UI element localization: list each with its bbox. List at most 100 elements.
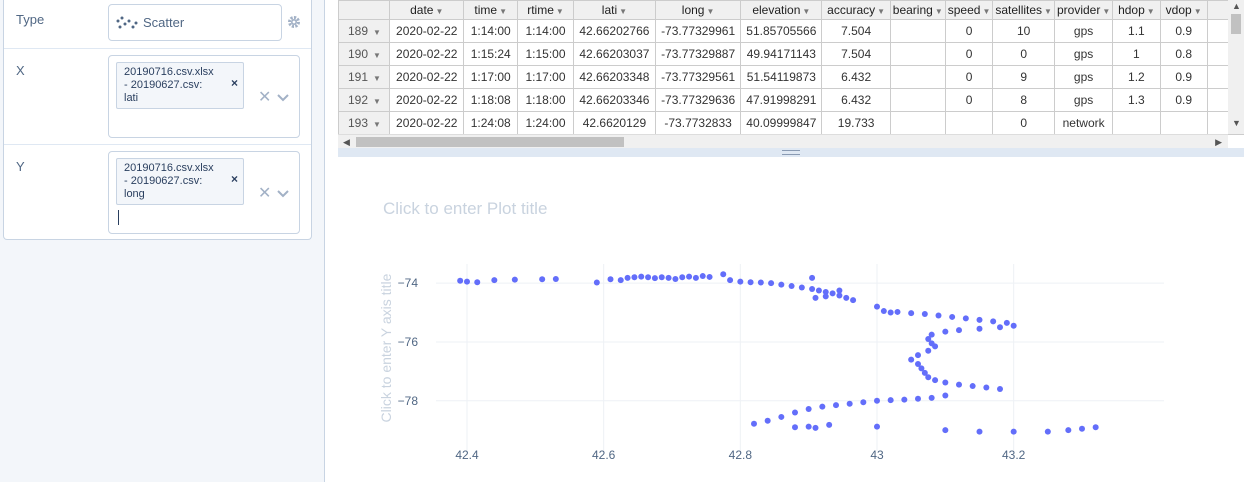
table-cell[interactable]: 1:24:00 [517,111,574,135]
scroll-left-icon[interactable]: ◀ [343,137,350,148]
scatter-point[interactable] [751,420,757,427]
chevron-down-icon[interactable] [277,94,289,102]
table-row[interactable]: 193 ▼ 2020-02-22 1:24:08 1:24:00 42.6620129 -7… [338,111,1244,135]
table-cell[interactable]: 1:18:00 [517,88,574,112]
remove-chip-icon[interactable]: × [231,77,238,90]
scatter-point[interactable] [686,273,693,280]
table-cell[interactable]: -73.77329961 [654,19,742,43]
scatter-point[interactable] [798,284,805,291]
scatter-point[interactable] [997,386,1003,392]
scatter-point[interactable] [747,279,754,286]
table-cell[interactable]: 0 [944,19,994,43]
scatter-point[interactable] [850,297,857,304]
sort-icon[interactable]: ▼ [556,7,564,16]
remove-chip-icon[interactable]: × [231,173,238,186]
column-header[interactable]: rtime ▼ [517,0,574,20]
table-cell[interactable]: 7.504 [821,42,891,66]
column-header[interactable]: time ▼ [463,0,519,20]
column-header[interactable]: speed ▼ [944,0,994,20]
scatter-point[interactable] [829,290,836,297]
scatter-point[interactable] [812,294,819,301]
scatter-point[interactable] [593,279,600,286]
scatter-point[interactable] [658,274,665,281]
scatter-point[interactable] [928,394,935,401]
data-grid[interactable]: date ▼ time ▼ rtime ▼ lati ▼ long ▼ elevation ▼ accu… [338,0,1244,150]
row-menu-icon[interactable]: ▼ [373,120,381,129]
scatter-point[interactable] [976,325,983,332]
scatter-point[interactable] [956,381,962,388]
sort-icon[interactable]: ▼ [706,7,714,16]
scatter-point[interactable] [778,413,785,420]
scatter-point[interactable] [983,384,990,391]
vertical-scrollbar[interactable]: ▲ ▼ [1228,0,1244,134]
scatter-point[interactable] [1079,425,1085,432]
table-cell[interactable]: 42.66202766 [572,19,656,43]
table-cell[interactable]: 49.94171143 [740,42,823,66]
plot-title-placeholder[interactable]: Click to enter Plot title [383,199,547,219]
table-cell[interactable]: -73.7732833 [654,111,742,135]
table-cell[interactable]: gps [1053,65,1114,89]
scatter-markers[interactable] [457,271,1099,435]
panel-resize-handle[interactable] [338,148,1244,157]
scatter-point[interactable] [638,273,645,280]
x-data-select[interactable]: 20190716.csv.xlsx - 20190627.csv: lati ×… [108,55,300,138]
scroll-up-icon[interactable]: ▲ [1232,1,1241,11]
table-cell[interactable]: -73.77329636 [654,88,742,112]
scatter-point[interactable] [764,417,771,424]
table-cell[interactable]: 6.432 [821,65,891,89]
scatter-point[interactable] [1065,427,1072,434]
sort-icon[interactable]: ▼ [619,7,627,16]
scatter-point[interactable] [874,423,880,430]
scatter-point[interactable] [874,397,880,404]
scatter-point[interactable] [805,406,812,412]
scatter-point[interactable] [464,278,470,285]
chevron-down-icon[interactable] [277,190,289,198]
scatter-point[interactable] [778,281,785,288]
scatter-point[interactable] [491,277,498,284]
table-row[interactable]: 189 ▼ 2020-02-22 1:14:00 1:14:00 42.66202766-… [338,19,1244,43]
sort-icon[interactable]: ▼ [935,7,943,16]
scatter-point[interactable] [846,400,853,407]
scatter-point[interactable] [699,273,706,280]
scatter-point[interactable] [792,424,798,431]
table-cell[interactable]: 0 [944,88,994,112]
row-header[interactable]: 191 ▼ [338,65,391,89]
table-cell[interactable]: gps [1053,88,1114,112]
corner-cell[interactable] [338,0,391,20]
scatter-point[interactable] [805,423,812,430]
table-cell[interactable]: 1:17:00 [463,65,519,89]
scatter-point[interactable] [976,316,983,323]
table-cell[interactable]: 0.8 [1159,42,1208,66]
scatter-point[interactable] [843,294,850,301]
sort-icon[interactable]: ▼ [877,7,885,16]
scroll-thumb[interactable] [356,137,624,147]
column-header[interactable]: provider ▼ [1053,0,1114,20]
table-cell[interactable]: 0 [944,65,994,89]
scroll-thumb[interactable] [1231,14,1241,34]
gear-icon[interactable] [287,15,301,29]
table-cell[interactable] [889,19,946,43]
scatter-point[interactable] [969,383,976,390]
table-cell[interactable] [1159,111,1208,135]
sort-icon[interactable]: ▼ [1194,7,1202,16]
scatter-point[interactable] [874,303,880,310]
scatter-point[interactable] [617,277,624,284]
scatter-point[interactable] [942,392,949,399]
scatter-point[interactable] [812,424,819,431]
scatter-point[interactable] [474,279,481,286]
scatter-point[interactable] [942,328,949,335]
table-cell[interactable]: 7.504 [821,19,891,43]
table-cell[interactable]: 6.432 [821,88,891,112]
scatter-point[interactable] [880,308,887,315]
table-cell[interactable]: 42.66203348 [572,65,656,89]
scatter-point[interactable] [822,293,829,300]
scatter-point[interactable] [720,271,727,278]
scatter-point[interactable] [679,274,686,281]
table-cell[interactable]: 2020-02-22 [389,65,465,89]
scatter-point[interactable] [645,274,652,281]
table-cell[interactable]: 1:14:00 [517,19,574,43]
scatter-point[interactable] [665,274,672,281]
scatter-point[interactable] [833,402,839,409]
scatter-point[interactable] [976,428,983,435]
row-menu-icon[interactable]: ▼ [373,74,381,83]
